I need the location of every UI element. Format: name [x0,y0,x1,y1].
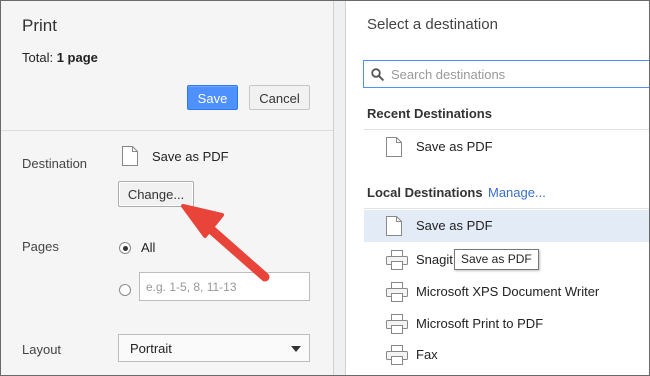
printer-icon [386,250,408,270]
tooltip: Save as PDF [454,249,539,270]
dialog-shadow-divider [333,1,346,375]
printer-icon [386,314,408,334]
local-item-label: Microsoft Print to PDF [416,316,544,331]
destination-dialog: Select a destination Recent Destinations… [346,1,649,375]
recent-item-save-as-pdf[interactable]: Save as PDF [364,131,649,163]
local-header-divider [364,208,649,209]
print-preview-window: Print Total: 1 page Save Cancel Destinat… [0,0,650,376]
local-item-save-as-pdf[interactable]: Save as PDF [364,210,649,242]
local-item-label: Save as PDF [416,218,493,233]
local-item-label: Microsoft XPS Document Writer [416,284,600,299]
search-icon [371,68,384,81]
local-item-label: Snagit [416,252,453,267]
printer-icon [386,345,408,365]
dialog-title: Select a destination [367,16,498,33]
local-item-label: Fax [416,347,438,362]
local-item-microsoft-xps-document-writer[interactable]: Microsoft XPS Document Writer [364,276,649,308]
recent-item-label: Save as PDF [416,139,493,154]
local-item-fax[interactable]: Fax [364,339,649,371]
recent-header-divider [364,129,649,130]
printer-icon [386,282,408,302]
document-icon [386,137,402,157]
local-destinations-header: Local Destinations [367,185,483,200]
search-input[interactable] [391,63,649,85]
red-annotation-arrow [181,204,270,282]
search-box[interactable] [363,60,649,88]
recent-destinations-header: Recent Destinations [367,106,492,121]
print-settings-panel: Print Total: 1 page Save Cancel Destinat… [1,1,333,375]
manage-link[interactable]: Manage... [488,185,546,200]
document-icon [386,216,402,236]
local-item-microsoft-print-to-pdf[interactable]: Microsoft Print to PDF [364,308,649,340]
